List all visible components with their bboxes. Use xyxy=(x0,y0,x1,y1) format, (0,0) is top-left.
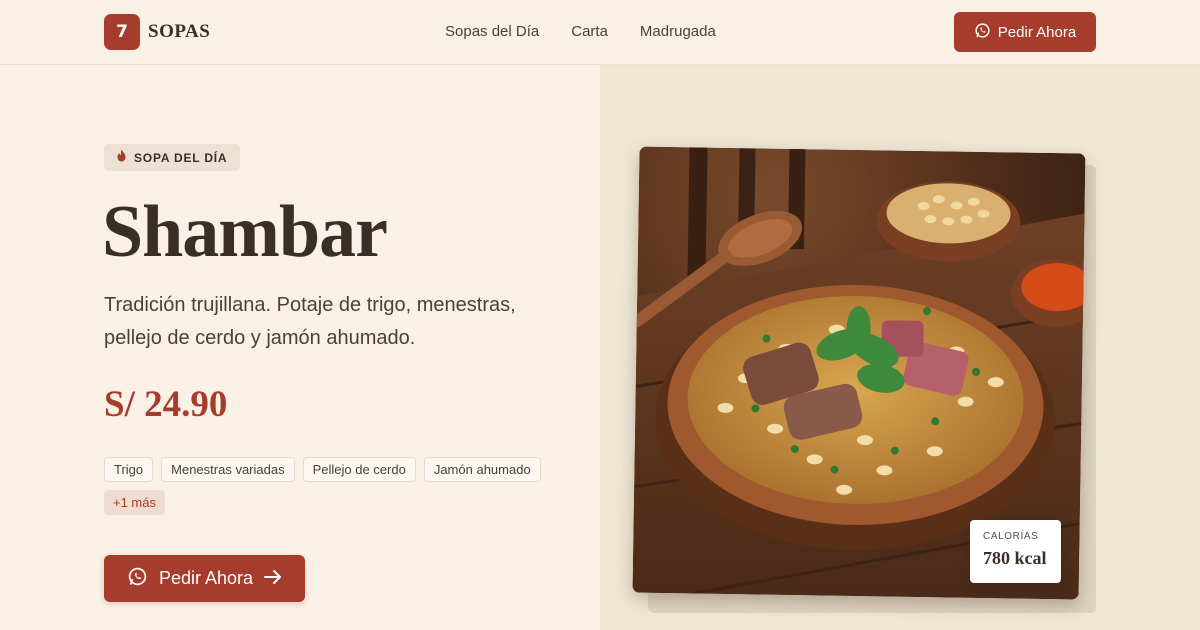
nav-item-madrugada[interactable]: Madrugada xyxy=(640,23,716,40)
flame-icon xyxy=(116,149,127,167)
more-ingredients-tag[interactable]: +1 más xyxy=(104,490,165,515)
logo-badge: 7 xyxy=(104,14,140,50)
ingredient-tag: Pellejo de cerdo xyxy=(302,457,416,482)
logo-text: SOPAS xyxy=(148,21,211,42)
soup-of-day-badge: SOPA DEL DÍA xyxy=(104,144,241,171)
ingredient-tag: Jamón ahumado xyxy=(423,457,541,482)
arrow-right-icon xyxy=(264,568,282,589)
calories-value: 780 kcal xyxy=(983,548,1047,568)
order-now-button[interactable]: Pedir Ahora xyxy=(104,555,305,602)
nav-item-carta[interactable]: Carta xyxy=(571,23,608,40)
order-now-label: Pedir Ahora xyxy=(158,568,254,588)
badge-label: SOPA DEL DÍA xyxy=(134,150,228,165)
ingredient-tag: Trigo xyxy=(104,457,154,482)
logo[interactable]: 7 SOPAS xyxy=(104,14,210,50)
main-nav: Sopas del Día Carta Madrugada xyxy=(445,23,716,40)
calories-card: CALORÍAS 780 kcal xyxy=(970,520,1061,583)
soup-description: Tradición trujillana. Potaje de trigo, m… xyxy=(104,294,516,349)
calories-label: CALORÍAS xyxy=(983,531,1039,542)
whatsapp-icon xyxy=(974,22,991,43)
site-header: 7 SOPAS Sopas del Día Carta Madrugada Pe… xyxy=(0,0,1200,65)
soup-title: Shambar xyxy=(102,191,388,273)
soup-price: S/ 24.90 xyxy=(104,384,228,425)
nav-item-sopas-del-dia[interactable]: Sopas del Día xyxy=(445,23,539,40)
header-order-label: Pedir Ahora xyxy=(997,23,1077,41)
ingredient-tag: Menestras variadas xyxy=(161,457,295,482)
whatsapp-icon xyxy=(127,566,148,592)
ingredient-tags: Trigo Menestras variadas Pellejo de cerd… xyxy=(104,457,544,515)
header-order-button[interactable]: Pedir Ahora xyxy=(954,12,1096,52)
